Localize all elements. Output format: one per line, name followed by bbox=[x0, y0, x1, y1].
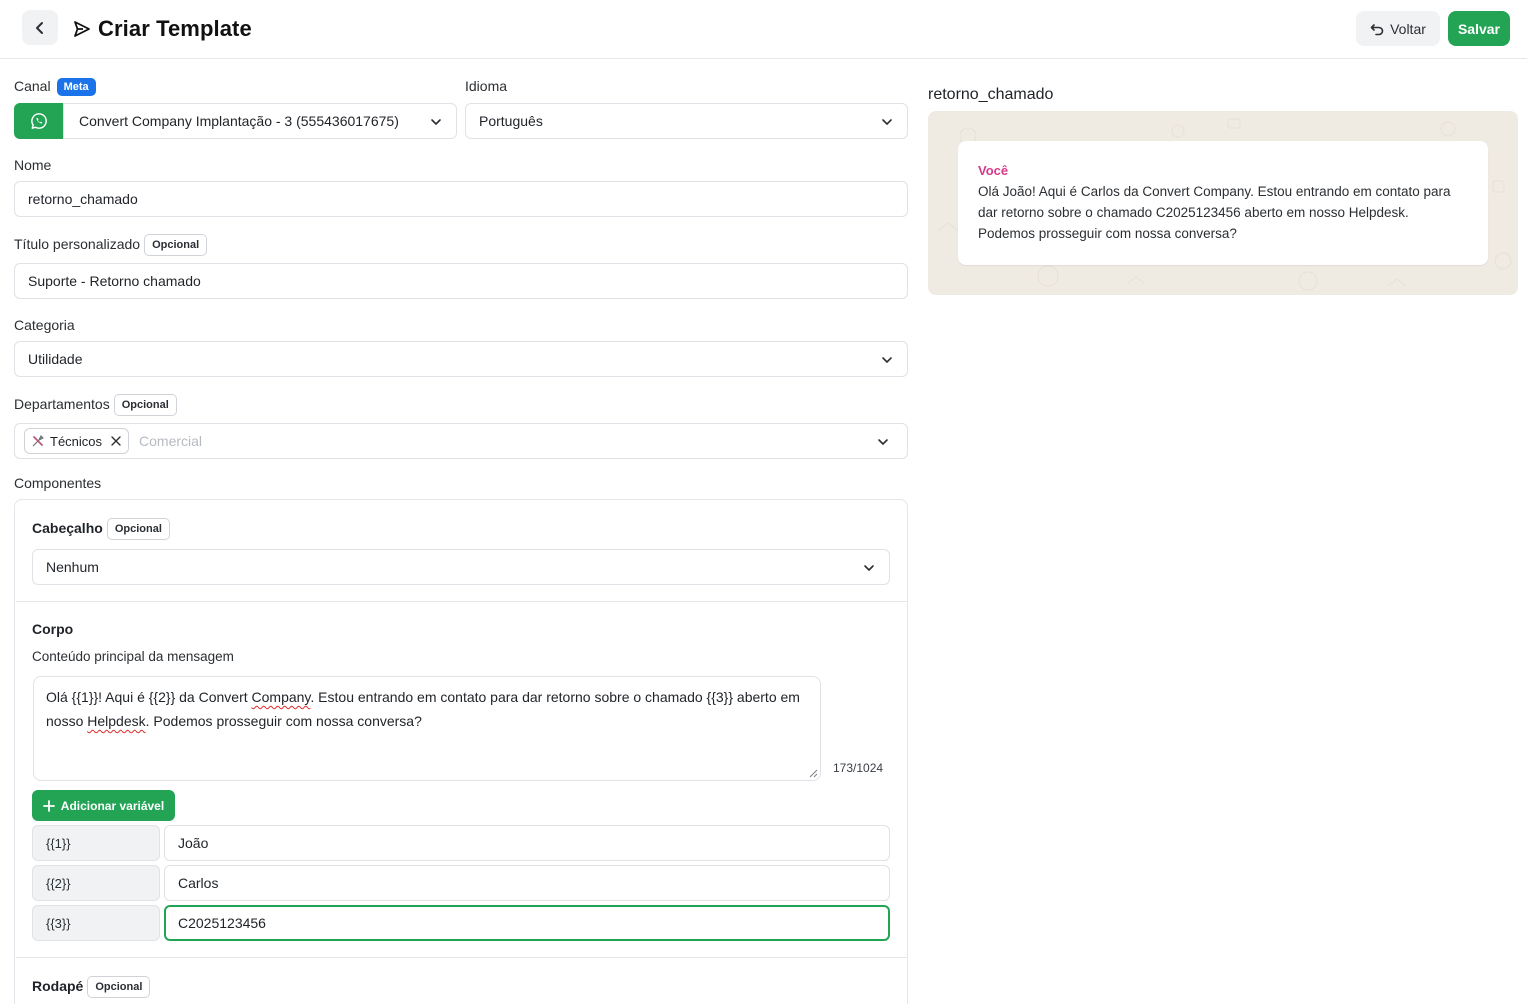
components-panel: Cabeçalho Opcional Nenhum Corpo Conteúdo … bbox=[14, 499, 908, 1004]
titulo-label: Título personalizado bbox=[14, 236, 141, 252]
corpo-label: Corpo bbox=[32, 621, 74, 637]
canal-select[interactable]: Convert Company Implantação - 3 (5554360… bbox=[63, 103, 457, 139]
save-button[interactable]: Salvar bbox=[1448, 11, 1510, 46]
variable-value-input[interactable]: João bbox=[164, 825, 890, 861]
close-icon[interactable] bbox=[110, 435, 122, 447]
nome-label: Nome bbox=[14, 157, 52, 173]
message-text: Olá João! Aqui é Carlos da Convert Compa… bbox=[978, 184, 1451, 241]
idioma-label: Idioma bbox=[465, 78, 508, 94]
preview-title: retorno_chamado bbox=[928, 86, 1054, 103]
departamentos-multiselect[interactable]: Técnicos Comercial bbox=[14, 423, 908, 459]
chevron-down-icon bbox=[431, 119, 441, 125]
componentes-label: Componentes bbox=[14, 475, 102, 491]
divider bbox=[16, 957, 908, 958]
send-icon bbox=[74, 21, 90, 37]
nome-value: retorno_chamado bbox=[28, 191, 138, 207]
canal-value: Convert Company Implantação - 3 (5554360… bbox=[79, 113, 399, 129]
departamentos-label-wrap: Departamentos Opcional bbox=[14, 394, 177, 416]
departamentos-label: Departamentos bbox=[14, 396, 110, 412]
message-author: Você bbox=[978, 163, 1009, 178]
add-variable-label: Adicionar variável bbox=[60, 798, 165, 813]
chevron-left-icon bbox=[36, 21, 43, 34]
preview-chat-background: Você Olá João! Aqui é Carlos da Convert … bbox=[928, 111, 1518, 295]
cabecalho-value: Nenhum bbox=[46, 559, 99, 575]
page-title: Criar Template bbox=[98, 16, 252, 41]
department-chip-label: Técnicos bbox=[50, 433, 103, 449]
undo-icon bbox=[1370, 23, 1384, 35]
idioma-value: Português bbox=[479, 113, 543, 129]
department-chip: Técnicos bbox=[24, 428, 130, 454]
meta-badge: Meta bbox=[56, 78, 96, 96]
divider bbox=[16, 601, 908, 602]
variable-key: {{1}} bbox=[32, 825, 160, 861]
add-variable-button[interactable]: Adicionar variável bbox=[32, 790, 175, 821]
corpo-text-misspelled-2: Helpdesk bbox=[87, 713, 146, 729]
plus-icon bbox=[42, 799, 55, 812]
top-bar: Criar Template Voltar Salvar bbox=[0, 0, 1527, 59]
variable-key: {{3}} bbox=[32, 905, 160, 941]
corpo-text-1: Olá {{1}}! Aqui é {{2}} da Convert bbox=[46, 689, 252, 705]
variable-key: {{2}} bbox=[32, 865, 160, 901]
whatsapp-channel-icon-box bbox=[14, 103, 64, 139]
cabecalho-label: Cabeçalho bbox=[32, 520, 103, 536]
corpo-description: Conteúdo principal da mensagem bbox=[32, 649, 234, 664]
whatsapp-icon bbox=[31, 113, 47, 129]
voltar-button[interactable]: Voltar bbox=[1356, 11, 1440, 46]
chevron-down-icon bbox=[864, 565, 874, 571]
chevron-down-icon bbox=[878, 439, 888, 445]
corpo-text-misspelled-1: Company bbox=[251, 689, 311, 705]
back-button[interactable] bbox=[22, 10, 58, 45]
canal-label: Canal bbox=[14, 78, 51, 94]
voltar-label: Voltar bbox=[1390, 20, 1426, 37]
nome-input[interactable]: retorno_chamado bbox=[14, 181, 908, 217]
categoria-label: Categoria bbox=[14, 317, 75, 333]
variable-value-input[interactable]: Carlos bbox=[164, 865, 890, 901]
optional-badge: Opcional bbox=[87, 976, 151, 998]
cabecalho-select[interactable]: Nenhum bbox=[32, 549, 890, 585]
character-counter: 173/1024 bbox=[833, 761, 884, 775]
chevron-down-icon bbox=[882, 119, 892, 125]
departamentos-placeholder: Comercial bbox=[139, 433, 203, 449]
optional-badge: Opcional bbox=[144, 234, 208, 256]
titulo-value: Suporte - Retorno chamado bbox=[28, 273, 201, 289]
variable-value-input[interactable]: C2025123456 bbox=[164, 905, 890, 941]
corpo-textarea[interactable]: Olá {{1}}! Aqui é {{2}} da Convert Compa… bbox=[33, 676, 821, 781]
categoria-select[interactable]: Utilidade bbox=[14, 341, 908, 377]
page-title-wrap: Criar Template bbox=[72, 16, 252, 42]
resize-grip-icon[interactable] bbox=[809, 769, 818, 778]
optional-badge: Opcional bbox=[113, 394, 177, 416]
titulo-input[interactable]: Suporte - Retorno chamado bbox=[14, 263, 908, 299]
message-bubble: Você Olá João! Aqui é Carlos da Convert … bbox=[958, 141, 1488, 265]
cabecalho-label-wrap: Cabeçalho Opcional bbox=[32, 518, 170, 540]
chevron-down-icon bbox=[882, 357, 892, 363]
tools-icon bbox=[32, 435, 44, 447]
rodape-label-wrap: Rodapé Opcional bbox=[32, 976, 151, 998]
optional-badge: Opcional bbox=[106, 518, 170, 540]
titulo-label-wrap: Título personalizado Opcional bbox=[14, 234, 208, 256]
idioma-select[interactable]: Português bbox=[465, 103, 908, 139]
categoria-value: Utilidade bbox=[28, 351, 83, 367]
corpo-text-3: . Podemos prosseguir com nossa conversa? bbox=[145, 713, 422, 729]
rodape-label: Rodapé bbox=[32, 978, 84, 994]
canal-label-wrap: Canal Meta bbox=[14, 78, 96, 96]
